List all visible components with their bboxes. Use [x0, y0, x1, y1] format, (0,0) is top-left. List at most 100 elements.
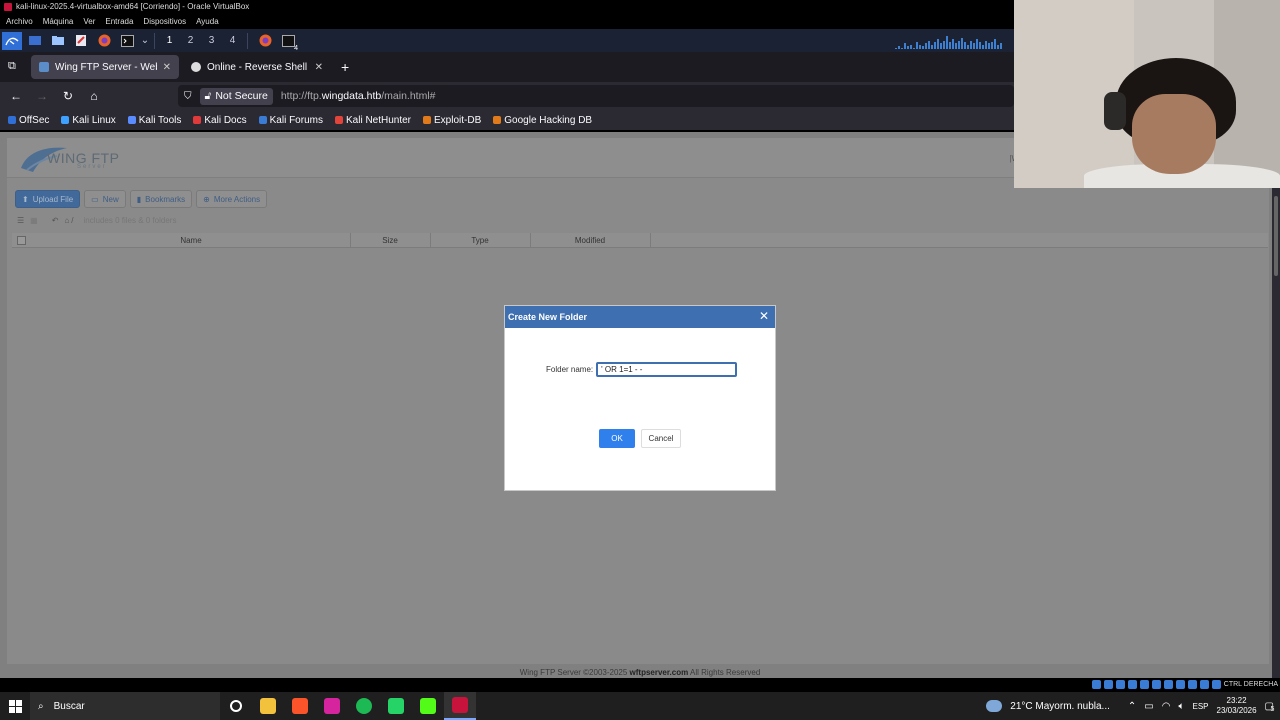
chevron-up-icon[interactable]: ⌃ — [1128, 701, 1136, 712]
terminal-window-icon[interactable]: 4 — [278, 32, 298, 52]
bookmark-favicon-icon — [8, 116, 16, 124]
menu-maquina[interactable]: Máquina — [43, 17, 74, 26]
kick-button[interactable] — [412, 692, 444, 720]
new-button[interactable]: ▭ New — [84, 190, 126, 208]
file-manager-icon[interactable] — [48, 32, 68, 50]
close-icon[interactable]: ✕ — [163, 62, 171, 73]
clock[interactable]: 23:22 23/03/2026 — [1217, 696, 1257, 716]
desktop-icon[interactable] — [25, 32, 45, 50]
kali-menu-icon[interactable] — [2, 31, 22, 50]
new-tab-button[interactable]: + — [341, 59, 349, 75]
footer-prefix: Wing FTP Server ©2003-2025 — [519, 668, 630, 677]
cpu-graph-bar — [898, 46, 900, 49]
wifi-icon[interactable]: ◠ — [1162, 701, 1171, 712]
tab-wing-ftp[interactable]: Wing FTP Server - Web Cl ✕ — [31, 55, 179, 79]
back-folder-icon[interactable]: ↶ — [52, 216, 59, 225]
footer-suffix: All Rights Reserved — [688, 668, 761, 677]
notifications-button[interactable]: ▢ 5 — [1265, 701, 1275, 713]
windows-start-button[interactable] — [0, 692, 30, 720]
weather-cloud-icon[interactable] — [986, 700, 1003, 712]
vm-status-icon[interactable] — [1103, 680, 1113, 689]
file-explorer-button[interactable] — [252, 692, 284, 720]
weather-text[interactable]: 21°C Mayorm. nubla... — [1010, 701, 1110, 712]
home-folder-icon[interactable]: ⌂ — [64, 216, 69, 225]
cortana-icon — [230, 700, 242, 712]
forward-button[interactable]: → — [30, 85, 54, 107]
close-icon[interactable]: ✕ — [315, 62, 323, 73]
bookmarks-button[interactable]: ▮ Bookmarks — [129, 190, 193, 208]
column-type[interactable]: Type — [430, 236, 530, 245]
cpu-graph-bar — [997, 45, 999, 49]
panel-separator — [247, 32, 248, 49]
wing-toolbar: ⬆ Upload File ▭ New ▮ Bookmarks ⊕ More A… — [15, 190, 268, 208]
vm-status-icon[interactable] — [1139, 680, 1149, 689]
cancel-button[interactable]: Cancel — [641, 429, 681, 448]
shield-icon[interactable]: ⛉ — [184, 91, 192, 102]
menu-ayuda[interactable]: Ayuda — [196, 17, 219, 26]
volume-icon[interactable]: 🔈︎ — [1178, 701, 1184, 712]
bookmark-item[interactable]: Kali NetHunter — [334, 115, 411, 126]
bookmark-item[interactable]: Kali Tools — [127, 115, 181, 126]
network-icon[interactable]: ▭ — [1144, 701, 1153, 712]
back-button[interactable]: ← — [4, 85, 28, 107]
cpu-graph-bar — [949, 42, 951, 49]
vm-status-icon[interactable] — [1163, 680, 1173, 689]
scrollbar-thumb[interactable] — [1274, 196, 1278, 276]
column-size[interactable]: Size — [350, 236, 430, 245]
vm-status-icon[interactable] — [1127, 680, 1137, 689]
workspace-2[interactable]: 2 — [180, 35, 201, 46]
column-name[interactable]: Name — [32, 236, 350, 245]
select-all-checkbox[interactable] — [17, 236, 26, 245]
workspace-4[interactable]: 4 — [222, 35, 243, 46]
url-bar[interactable]: ⛉ 🔓︎ Not Secure http://ftp.wingdata.htb/… — [178, 85, 1014, 107]
ok-button[interactable]: OK — [599, 429, 635, 448]
firefox-launcher-icon[interactable] — [94, 32, 114, 50]
cpu-graph-bar — [985, 41, 987, 49]
column-modified[interactable]: Modified — [530, 236, 650, 245]
tab-reverse-shell[interactable]: Online - Reverse Shell Ge ✕ — [183, 55, 331, 79]
page-scrollbar[interactable] — [1272, 188, 1280, 678]
not-secure-indicator[interactable]: 🔓︎ Not Secure — [199, 87, 273, 105]
vm-status-icon[interactable] — [1175, 680, 1185, 689]
brave-button[interactable] — [284, 692, 316, 720]
vm-status-icon[interactable] — [1091, 680, 1101, 689]
menu-entrada[interactable]: Entrada — [105, 17, 133, 26]
vm-status-icon[interactable] — [1211, 680, 1221, 689]
menu-dispositivos[interactable]: Dispositivos — [143, 17, 186, 26]
taskbar-search[interactable]: ⌕ Buscar — [30, 692, 220, 720]
task-view-button[interactable] — [220, 692, 252, 720]
home-button[interactable]: ⌂ — [82, 85, 106, 107]
vm-status-icon[interactable] — [1199, 680, 1209, 689]
language-indicator[interactable]: ESP — [1192, 702, 1208, 711]
terminal-launcher-icon[interactable] — [117, 32, 137, 50]
chevron-down-icon[interactable]: ⌄ — [140, 32, 150, 50]
menu-archivo[interactable]: Archivo — [6, 17, 33, 26]
spotify-button[interactable] — [348, 692, 380, 720]
bookmark-item[interactable]: OffSec — [8, 115, 49, 126]
reload-button[interactable]: ↻ — [56, 85, 80, 107]
menu-ver[interactable]: Ver — [83, 17, 95, 26]
vm-status-icon[interactable] — [1115, 680, 1125, 689]
vm-status-icon[interactable] — [1151, 680, 1161, 689]
bookmark-item[interactable]: Exploit-DB — [423, 115, 481, 126]
close-icon[interactable]: ✕ — [759, 310, 769, 322]
bookmark-item[interactable]: Kali Linux — [61, 115, 116, 126]
workspace-3[interactable]: 3 — [201, 35, 222, 46]
grid-view-icon[interactable]: ▦ — [30, 216, 38, 225]
folder-name-input[interactable] — [596, 362, 738, 377]
workspace-1[interactable]: 1 — [159, 35, 180, 46]
virtualbox-button[interactable] — [444, 692, 476, 720]
footer-link[interactable]: wftpserver.com — [630, 668, 689, 677]
bookmark-item[interactable]: Kali Docs — [193, 115, 247, 126]
text-editor-icon[interactable] — [71, 32, 91, 50]
upload-file-button[interactable]: ⬆ Upload File — [15, 190, 81, 208]
bookmark-item[interactable]: Google Hacking DB — [493, 115, 592, 126]
whatsapp-button[interactable] — [380, 692, 412, 720]
firefox-window-icon[interactable] — [255, 32, 275, 50]
vm-status-icon[interactable] — [1187, 680, 1197, 689]
list-view-icon[interactable]: ☰ — [17, 216, 24, 225]
instagram-button[interactable] — [316, 692, 348, 720]
more-actions-button[interactable]: ⊕ More Actions — [196, 190, 268, 208]
tab-list-icon[interactable]: ⧉ — [8, 60, 16, 73]
bookmark-item[interactable]: Kali Forums — [258, 115, 323, 126]
